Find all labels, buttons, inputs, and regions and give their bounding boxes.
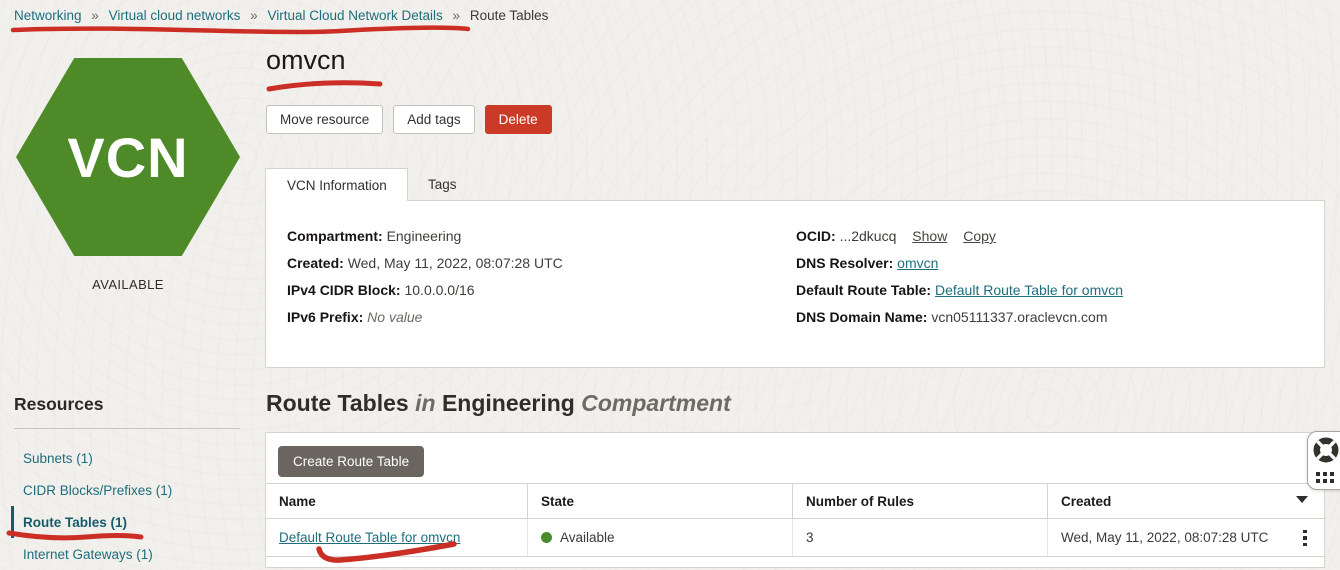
sort-descending-icon[interactable] <box>1296 496 1308 503</box>
route-table-name-link[interactable]: Default Route Table for omvcn <box>279 530 460 545</box>
ipv6-prefix-field: IPv6 Prefix: No value <box>287 310 563 324</box>
breadcrumb-vcn-details[interactable]: Virtual Cloud Network Details <box>267 8 442 23</box>
create-route-table-button[interactable]: Create Route Table <box>278 446 424 477</box>
compartment-field: Compartment: Engineering <box>287 229 563 243</box>
resources-list: Subnets (1) CIDR Blocks/Prefixes (1) Rou… <box>11 442 246 570</box>
row-actions-kebab-icon[interactable] <box>1296 527 1314 549</box>
route-table-created-value: Wed, May 11, 2022, 08:07:28 UTC <box>1061 530 1268 545</box>
ocid-label: OCID: <box>796 228 836 244</box>
created-label: Created: <box>287 255 344 271</box>
sidebar-item-route-tables[interactable]: Route Tables (1) <box>11 506 246 538</box>
breadcrumb-separator: » <box>453 8 461 23</box>
route-table-state-cell: Available <box>528 519 793 556</box>
default-route-table-field: Default Route Table: Default Route Table… <box>796 283 1123 297</box>
section-compartment-name: Engineering <box>442 390 575 416</box>
dns-domain-field: DNS Domain Name: vcn05111337.oraclevcn.c… <box>796 310 1123 324</box>
ipv4-cidr-value: 10.0.0.0/16 <box>404 282 474 298</box>
page-title: omvcn <box>266 45 346 76</box>
oci-console-page: { "breadcrumb": { "separator": "\u00bb",… <box>0 0 1340 567</box>
section-title-main: Route Tables <box>266 390 409 416</box>
status-label: AVAILABLE <box>16 277 240 292</box>
breadcrumb-networking[interactable]: Networking <box>14 8 82 23</box>
created-field: Created: Wed, May 11, 2022, 08:07:28 UTC <box>287 256 563 270</box>
breadcrumb-separator: » <box>250 8 258 23</box>
marker-title-underline <box>266 76 386 94</box>
vcn-info-right-column: OCID: ...2dkucq Show Copy DNS Resolver: … <box>796 229 1123 337</box>
column-header-created[interactable]: Created <box>1048 484 1324 518</box>
table-header-row: Name State Number of Rules Created <box>266 483 1324 519</box>
delete-button[interactable]: Delete <box>485 105 552 134</box>
default-route-table-link[interactable]: Default Route Table for omvcn <box>935 282 1123 298</box>
action-button-row: Move resource Add tags Delete <box>266 105 552 134</box>
route-tables-section-heading: Route Tables in Engineering Compartment <box>266 390 731 417</box>
section-compartment-word: Compartment <box>581 390 731 416</box>
route-table-name-cell: Default Route Table for omvcn <box>266 519 528 556</box>
breadcrumb-separator: » <box>91 8 99 23</box>
created-value: Wed, May 11, 2022, 08:07:28 UTC <box>348 255 563 271</box>
sidebar-item-subnets[interactable]: Subnets (1) <box>11 442 246 474</box>
column-header-number-of-rules[interactable]: Number of Rules <box>793 484 1048 518</box>
default-route-table-label: Default Route Table: <box>796 282 931 298</box>
resources-divider <box>14 428 240 429</box>
vcn-information-panel: Compartment: Engineering Created: Wed, M… <box>265 200 1325 368</box>
section-title-in: in <box>415 390 435 416</box>
vcn-info-left-column: Compartment: Engineering Created: Wed, M… <box>287 229 563 337</box>
vcn-icon-label: VCN <box>67 125 188 190</box>
ocid-show-link[interactable]: Show <box>912 228 947 244</box>
move-resource-button[interactable]: Move resource <box>266 105 383 134</box>
breadcrumb-route-tables: Route Tables <box>470 8 549 23</box>
tab-tags[interactable]: Tags <box>408 168 477 201</box>
ipv6-prefix-value: No value <box>367 309 422 325</box>
ipv4-cidr-field: IPv4 CIDR Block: 10.0.0.0/16 <box>287 283 563 297</box>
available-status-dot-icon <box>541 532 552 543</box>
dns-domain-value: vcn05111337.oraclevcn.com <box>931 309 1107 325</box>
column-header-created-label: Created <box>1061 494 1111 509</box>
add-tags-button[interactable]: Add tags <box>393 105 474 134</box>
ocid-copy-link[interactable]: Copy <box>963 228 996 244</box>
dns-domain-label: DNS Domain Name: <box>796 309 927 325</box>
route-table-state-value: Available <box>560 530 615 545</box>
dns-resolver-field: DNS Resolver: omvcn <box>796 256 1123 270</box>
route-table-rules-cell: 3 <box>793 519 1048 556</box>
ocid-field: OCID: ...2dkucq Show Copy <box>796 229 1123 243</box>
ipv4-cidr-label: IPv4 CIDR Block: <box>287 282 401 298</box>
resources-heading: Resources <box>14 394 104 415</box>
route-table-rules-value: 3 <box>806 530 814 545</box>
compartment-label: Compartment: <box>287 228 383 244</box>
table-row: Default Route Table for omvcn Available … <box>266 519 1324 557</box>
vcn-hexagon-icon: VCN <box>16 58 240 256</box>
ocid-value: ...2dkucq <box>840 228 897 244</box>
sidebar-item-internet-gateways[interactable]: Internet Gateways (1) <box>11 538 246 570</box>
breadcrumb: Networking » Virtual cloud networks » Vi… <box>14 8 548 23</box>
floating-help-widget <box>1307 431 1340 490</box>
breadcrumb-virtual-cloud-networks[interactable]: Virtual cloud networks <box>109 8 241 23</box>
dns-resolver-link[interactable]: omvcn <box>897 255 938 271</box>
life-ring-help-icon[interactable] <box>1313 437 1339 463</box>
marker-breadcrumb-underline <box>10 23 472 39</box>
compartment-value: Engineering <box>387 228 462 244</box>
column-header-name[interactable]: Name <box>266 484 528 518</box>
route-tables-table-card: Create Route Table Name State Number of … <box>265 432 1325 568</box>
tab-vcn-information[interactable]: VCN Information <box>265 168 408 201</box>
apps-grid-icon[interactable] <box>1316 472 1340 483</box>
sidebar-item-cidr-blocks[interactable]: CIDR Blocks/Prefixes (1) <box>11 474 246 506</box>
route-table-created-cell: Wed, May 11, 2022, 08:07:28 UTC <box>1048 519 1324 556</box>
ipv6-prefix-label: IPv6 Prefix: <box>287 309 363 325</box>
dns-resolver-label: DNS Resolver: <box>796 255 893 271</box>
column-header-state[interactable]: State <box>528 484 793 518</box>
